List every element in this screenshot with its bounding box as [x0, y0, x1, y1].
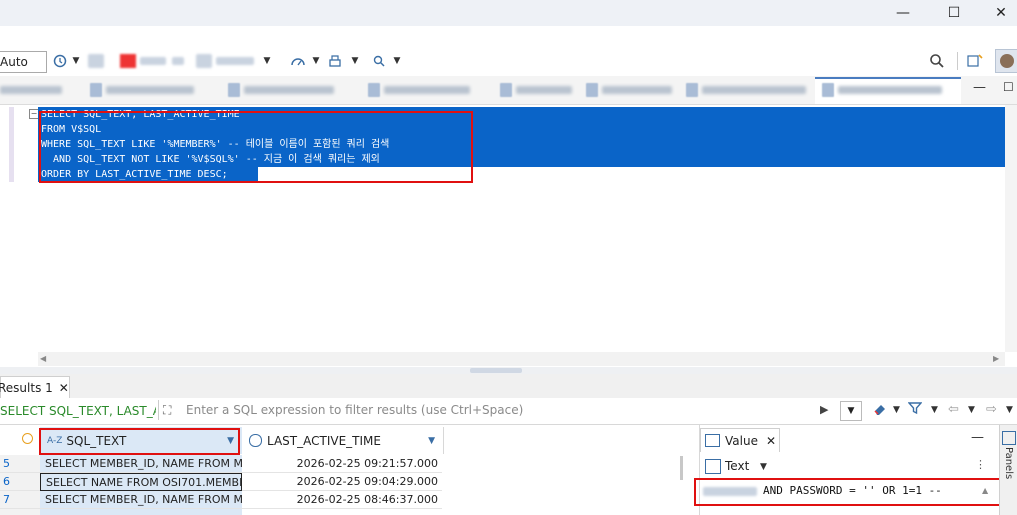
- title-bar: [0, 0, 1017, 26]
- text-mode-icon: [705, 459, 721, 474]
- search-icon[interactable]: [928, 52, 946, 70]
- sort-icon[interactable]: ▼: [428, 436, 435, 446]
- rollback-label: [140, 57, 166, 65]
- close-icon[interactable]: ✕: [59, 381, 69, 395]
- results-tab-label: Results 1: [0, 381, 53, 395]
- query-label: SELECT SQL_TEXT, LAST_ACTI: [0, 404, 156, 418]
- dashboard-icon[interactable]: [289, 52, 307, 70]
- avatar[interactable]: [995, 49, 1017, 73]
- grid-scrollbar-thumb[interactable]: [680, 456, 683, 480]
- scroll-right-icon[interactable]: ▶: [993, 354, 999, 363]
- editor-tab[interactable]: [368, 80, 470, 100]
- view-mode-dropdown-icon[interactable]: ▼: [760, 462, 767, 472]
- expand-icon[interactable]: ⛶: [163, 403, 179, 417]
- forward-dropdown-icon[interactable]: ▼: [1006, 405, 1013, 415]
- highlight-box: [39, 111, 473, 183]
- clock-icon: [249, 434, 262, 447]
- scroll-left-icon[interactable]: ◀: [40, 354, 46, 363]
- value-tab-label: Value: [725, 433, 758, 448]
- forward-icon[interactable]: ⇨: [986, 402, 997, 417]
- column-header-last-active-time[interactable]: LAST_ACTIVE_TIME ▼: [242, 427, 444, 454]
- back-icon[interactable]: ⇦: [948, 402, 959, 417]
- table-cell[interactable]: 2026-02-25 08:46:37.000: [242, 491, 442, 509]
- filter-input[interactable]: Enter a SQL expression to filter results…: [186, 403, 786, 418]
- editor-tab[interactable]: [586, 80, 672, 100]
- panels-label: Panels: [1003, 447, 1014, 480]
- close-icon[interactable]: ✕: [766, 434, 776, 448]
- format-label: [216, 57, 254, 65]
- find-dropdown-icon[interactable]: ▼: [392, 52, 402, 70]
- more-options-icon[interactable]: ⋮: [975, 458, 986, 471]
- filter-dropdown-icon[interactable]: ▼: [931, 405, 938, 415]
- filter-icon[interactable]: [907, 401, 924, 417]
- row-number: [0, 509, 40, 515]
- tab-value[interactable]: Value ✕: [700, 428, 780, 452]
- filter-history-icon[interactable]: ▼: [840, 401, 862, 421]
- eraser-icon[interactable]: [872, 401, 888, 417]
- panels-icon: [1002, 431, 1016, 445]
- table-cell[interactable]: SELECT MEMBER_ID, NAME FROM M: [40, 491, 242, 509]
- editor-gutter: [0, 105, 38, 352]
- editor-tab[interactable]: [228, 80, 334, 100]
- editor-tab[interactable]: [686, 80, 806, 100]
- highlight-box: [39, 428, 240, 455]
- minimize-panel-icon[interactable]: —: [971, 430, 984, 445]
- eraser-dropdown-icon[interactable]: ▼: [893, 405, 900, 415]
- history-icon[interactable]: [52, 52, 68, 70]
- toolbar-blurred-text: [172, 57, 184, 65]
- results-tab-bar: [0, 374, 1017, 399]
- format-icon[interactable]: [196, 54, 212, 68]
- apply-filter-icon[interactable]: ▶: [820, 403, 828, 416]
- menu-bar: [0, 26, 1017, 46]
- export-icon[interactable]: [327, 52, 343, 70]
- row-header-corner: [0, 427, 41, 454]
- minimize-icon[interactable]: —: [880, 0, 926, 26]
- minimize-view-icon[interactable]: —: [973, 80, 986, 95]
- row-number[interactable]: 7: [0, 491, 40, 509]
- back-dropdown-icon[interactable]: ▼: [968, 405, 975, 415]
- editor-horizontal-scrollbar[interactable]: ◀ ▶: [38, 352, 1005, 366]
- transaction-mode-value: Auto: [0, 55, 28, 69]
- editor-tab[interactable]: [0, 80, 62, 100]
- maximize-view-icon[interactable]: ☐: [1003, 80, 1015, 94]
- close-window-icon[interactable]: ✕: [978, 0, 1017, 26]
- editor-tab[interactable]: [90, 80, 194, 100]
- table-cell: [40, 509, 242, 515]
- column-header-label: LAST_ACTIVE_TIME: [267, 433, 381, 448]
- table-cell-selected[interactable]: SELECT NAME FROM OSI701.MEMBE: [40, 473, 242, 491]
- table-cell[interactable]: SELECT MEMBER_ID, NAME FROM M: [40, 455, 242, 473]
- highlight-box: [694, 478, 1008, 506]
- row-indicator-icon: [22, 433, 33, 444]
- divider-grip[interactable]: [470, 368, 522, 373]
- value-panel-icon: [705, 434, 720, 447]
- tab-results[interactable]: Results 1 ✕: [0, 376, 70, 399]
- row-number[interactable]: 5: [0, 455, 40, 473]
- view-mode-select[interactable]: Text: [725, 459, 749, 473]
- export-dropdown-icon[interactable]: ▼: [350, 52, 360, 70]
- perspective-icon[interactable]: [966, 52, 984, 70]
- find-icon[interactable]: [371, 52, 387, 70]
- dashboard-dropdown-icon[interactable]: ▼: [311, 52, 321, 70]
- maximize-icon[interactable]: ☐: [931, 0, 977, 26]
- commit-icon[interactable]: [88, 54, 104, 68]
- editor-tab[interactable]: [500, 80, 572, 100]
- table-cell[interactable]: 2026-02-25 09:21:57.000: [242, 455, 442, 473]
- row-number[interactable]: 6: [0, 473, 40, 491]
- panels-sidebar[interactable]: Panels: [999, 425, 1017, 515]
- editor-vertical-scrollbar[interactable]: [1005, 105, 1017, 352]
- format-dropdown-icon[interactable]: ▼: [262, 52, 272, 70]
- history-dropdown-icon[interactable]: ▼: [71, 52, 81, 70]
- editor-tab-active-label: [822, 80, 942, 100]
- gutter-marker: [9, 107, 14, 182]
- rollback-icon[interactable]: [120, 54, 136, 68]
- table-cell[interactable]: 2026-02-25 09:04:29.000: [242, 473, 442, 491]
- filter-separator: [158, 400, 159, 420]
- transaction-mode-select[interactable]: Auto: [0, 51, 47, 73]
- toolbar-separator: [957, 52, 958, 70]
